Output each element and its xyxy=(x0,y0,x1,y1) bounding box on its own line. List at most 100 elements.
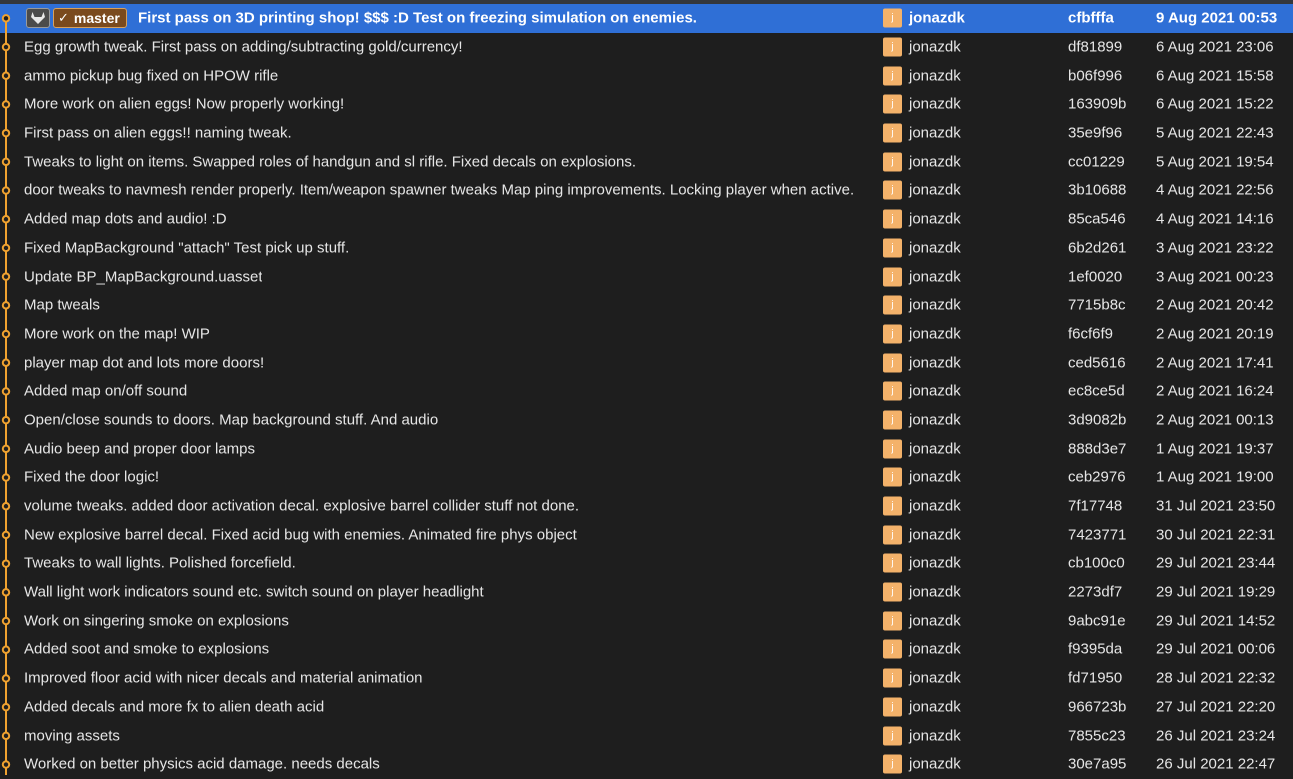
commit-row[interactable]: Wall light work indicators sound etc. sw… xyxy=(0,578,1293,607)
commit-row[interactable]: moving assets j jonazdk 7855c23 26 Jul 2… xyxy=(0,721,1293,750)
commit-node[interactable] xyxy=(1,645,11,654)
commit-date: 2 Aug 2021 20:19 xyxy=(1156,325,1274,343)
commit-author: jonazdk xyxy=(909,124,961,142)
commit-hash: cb100c0 xyxy=(1068,554,1125,572)
author-avatar: j xyxy=(883,267,902,287)
commit-hash: 3d9082b xyxy=(1068,411,1127,429)
commit-node[interactable] xyxy=(1,530,11,540)
commit-author: jonazdk xyxy=(909,296,961,314)
commit-node[interactable] xyxy=(1,42,11,52)
commit-node[interactable] xyxy=(1,358,11,367)
commit-node[interactable] xyxy=(1,444,11,454)
author-avatar: j xyxy=(883,123,902,143)
commit-node[interactable] xyxy=(1,502,11,511)
commit-node[interactable] xyxy=(1,559,11,568)
commit-author: jonazdk xyxy=(909,354,961,372)
commit-row[interactable]: Worked on better physics acid damage. ne… xyxy=(0,750,1293,779)
commit-hash: 7715b8c xyxy=(1068,296,1126,314)
commit-node[interactable] xyxy=(1,702,11,712)
commit-row[interactable]: Work on singering smoke on explosions j … xyxy=(0,606,1293,635)
commit-message: moving assets xyxy=(24,727,120,745)
commit-row[interactable]: Map tweals j jonazdk 7715b8c 2 Aug 2021 … xyxy=(0,291,1293,320)
commit-message: Work on singering smoke on explosions xyxy=(24,612,289,630)
commit-hash: 7855c23 xyxy=(1068,727,1126,745)
commit-date: 6 Aug 2021 15:22 xyxy=(1156,95,1274,113)
commit-author: jonazdk xyxy=(909,440,961,458)
commit-author: jonazdk xyxy=(909,9,965,27)
commit-hash: f9395da xyxy=(1068,640,1123,658)
commit-message: Tweaks to wall lights. Polished forcefie… xyxy=(24,554,296,572)
commit-row[interactable]: Audio beep and proper door lamps j jonaz… xyxy=(0,434,1293,463)
commit-row[interactable]: volume tweaks. added door activation dec… xyxy=(0,492,1293,521)
commit-node[interactable] xyxy=(1,186,11,195)
commit-row[interactable]: More work on the map! WIP j jonazdk f6cf… xyxy=(0,320,1293,349)
commit-hash: 888d3e7 xyxy=(1068,440,1127,458)
commit-node[interactable] xyxy=(1,215,11,224)
commit-node[interactable] xyxy=(1,616,11,626)
commit-node[interactable] xyxy=(1,387,11,396)
commit-row[interactable]: Improved floor acid with nicer decals an… xyxy=(0,664,1293,693)
commit-message: More work on the map! WIP xyxy=(24,325,210,343)
branch-badge-master[interactable]: ✓ master xyxy=(53,8,127,29)
commit-author: jonazdk xyxy=(909,497,961,515)
commit-hash: 85ca546 xyxy=(1068,210,1126,228)
commit-node[interactable] xyxy=(1,473,11,482)
author-avatar: j xyxy=(883,8,902,28)
commit-node[interactable] xyxy=(1,243,11,253)
commit-node[interactable] xyxy=(1,14,11,23)
commit-row[interactable]: Update BP_MapBackground.uasset j jonazdk… xyxy=(0,262,1293,291)
commit-author: jonazdk xyxy=(909,727,961,745)
commit-hash: 35e9f96 xyxy=(1068,124,1123,142)
commit-row[interactable]: Added soot and smoke to explosions j jon… xyxy=(0,635,1293,664)
commit-node[interactable] xyxy=(1,301,11,310)
commit-node[interactable] xyxy=(1,272,11,281)
commit-row[interactable]: Egg growth tweak. First pass on adding/s… xyxy=(0,33,1293,62)
commit-hash: 1ef0020 xyxy=(1068,268,1123,286)
commit-node[interactable] xyxy=(1,100,11,109)
commit-node[interactable] xyxy=(1,588,11,597)
commit-date: 2 Aug 2021 20:42 xyxy=(1156,296,1274,314)
commit-node[interactable] xyxy=(1,329,11,339)
commit-message: Audio beep and proper door lamps xyxy=(24,440,255,458)
commit-row[interactable]: New explosive barrel decal. Fixed acid b… xyxy=(0,520,1293,549)
commit-row[interactable]: More work on alien eggs! Now properly wo… xyxy=(0,90,1293,119)
author-avatar: j xyxy=(883,582,902,602)
commit-row[interactable]: Fixed MapBackground "attach" Test pick u… xyxy=(0,234,1293,263)
commit-date: 29 Jul 2021 23:44 xyxy=(1156,554,1276,572)
commit-row[interactable]: Added map dots and audio! :D j jonazdk 8… xyxy=(0,205,1293,234)
commit-node[interactable] xyxy=(1,128,11,138)
commit-row[interactable]: Added decals and more fx to alien death … xyxy=(0,693,1293,722)
commit-author: jonazdk xyxy=(909,67,961,85)
commit-row[interactable]: Open/close sounds to doors. Map backgrou… xyxy=(0,406,1293,435)
commit-author: jonazdk xyxy=(909,210,961,228)
commit-row[interactable]: First pass on alien eggs!! naming tweak.… xyxy=(0,119,1293,148)
commit-hash: df81899 xyxy=(1068,38,1123,56)
commit-node[interactable] xyxy=(1,157,11,167)
commit-node[interactable] xyxy=(1,760,11,769)
commit-row[interactable]: ammo pickup bug fixed on HPOW rifle j jo… xyxy=(0,61,1293,90)
commit-node[interactable] xyxy=(1,415,11,425)
commit-node[interactable] xyxy=(1,674,11,683)
commit-author: jonazdk xyxy=(909,755,961,773)
commit-message: More work on alien eggs! Now properly wo… xyxy=(24,95,345,113)
commit-row[interactable]: player map dot and lots more doors! j jo… xyxy=(0,348,1293,377)
commit-node[interactable] xyxy=(1,731,11,741)
commit-message: Added map dots and audio! :D xyxy=(24,210,227,228)
commit-row[interactable]: Fixed the door logic! j jonazdk ceb2976 … xyxy=(0,463,1293,492)
commit-author: jonazdk xyxy=(909,239,961,257)
commit-date: 3 Aug 2021 23:22 xyxy=(1156,239,1274,257)
commit-date: 6 Aug 2021 23:06 xyxy=(1156,38,1274,56)
commit-date: 29 Jul 2021 14:52 xyxy=(1156,612,1276,630)
commit-row[interactable]: Tweaks to light on items. Swapped roles … xyxy=(0,147,1293,176)
commit-message: First pass on alien eggs!! naming tweak. xyxy=(24,124,292,142)
commit-row[interactable]: Tweaks to wall lights. Polished forcefie… xyxy=(0,549,1293,578)
commit-author: jonazdk xyxy=(909,382,961,400)
author-avatar: j xyxy=(883,726,902,746)
commit-node[interactable] xyxy=(1,71,11,80)
author-avatar: j xyxy=(883,496,902,516)
commit-author: jonazdk xyxy=(909,95,961,113)
commit-row[interactable]: ✓ master First pass on 3D printing shop!… xyxy=(0,4,1293,33)
commit-row[interactable]: door tweaks to navmesh render properly. … xyxy=(0,176,1293,205)
commit-row[interactable]: Added map on/off sound j jonazdk ec8ce5d… xyxy=(0,377,1293,406)
gitlab-icon[interactable] xyxy=(26,8,50,29)
